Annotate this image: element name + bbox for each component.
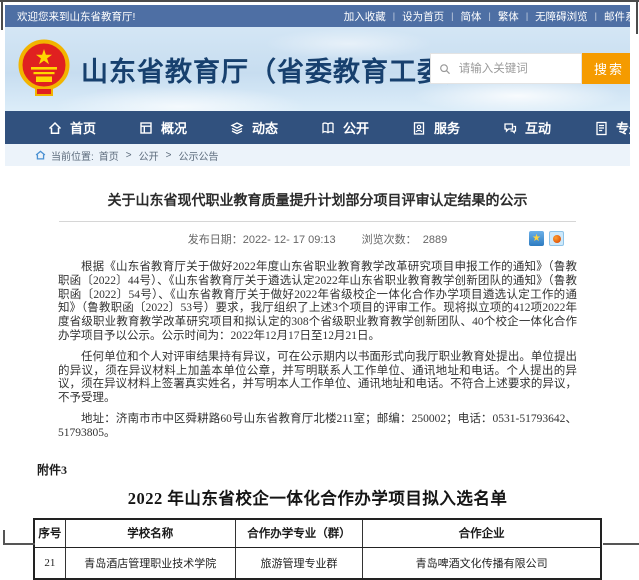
news-icon [229, 120, 245, 136]
top-utility-bar: 欢迎您来到山东省教育厅! 加入收藏 | 设为首页 | 简体 | 繁体 | 无障碍… [5, 5, 630, 27]
search-icon [439, 62, 451, 76]
screenshot-root: { "colors": { "topbar_blue": "#4e6fa4", … [0, 0, 639, 552]
link-simplified[interactable]: 简体 [460, 9, 481, 24]
link-set-homepage[interactable]: 设为首页 [402, 9, 444, 24]
title-divider [59, 221, 576, 222]
link-separator: | [488, 11, 490, 21]
nav-label: 动态 [252, 118, 278, 137]
national-emblem-logo [18, 38, 70, 98]
nav-label: 服务 [434, 118, 460, 137]
masthead: 山东省教育厅（省委教育工委） 搜索 [5, 27, 630, 111]
nav-item-news[interactable]: 动态 [229, 118, 320, 137]
interact-icon [502, 120, 518, 136]
header-company: 合作企业 [363, 519, 601, 548]
breadcrumb: 当前位置: 首页 > 公开 > 公示公告 [5, 144, 630, 166]
link-separator: | [393, 11, 395, 21]
header-major: 合作办学专业（群） [235, 519, 363, 548]
link-accessibility[interactable]: 无障碍浏览 [535, 9, 588, 24]
breadcrumb-separator: > [166, 150, 172, 161]
search-bar: 搜索 [430, 53, 630, 84]
nav-item-disclosure[interactable]: 公开 [320, 118, 411, 137]
article-content: 关于山东省现代职业教育质量提升计划部分项目评审认定结果的公示 发布日期：2022… [5, 166, 630, 580]
publish-date: 2022- 12- 17 09:13 [243, 234, 336, 246]
link-traditional[interactable]: 繁体 [498, 9, 519, 24]
search-input[interactable] [457, 62, 573, 76]
main-nav: 首页 概况 动态 公开 [5, 111, 630, 144]
link-add-favorite[interactable]: 加入收藏 [344, 9, 386, 24]
search-button[interactable]: 搜索 [582, 53, 630, 84]
article-title: 关于山东省现代职业教育质量提升计划部分项目评审认定结果的公示 [33, 166, 602, 210]
attachment-label: 附件3 [37, 461, 602, 478]
nav-item-overview[interactable]: 概况 [138, 118, 229, 137]
attachment-table-title: 2022 年山东省校企一体化合作办学项目拟入选名单 [33, 485, 602, 509]
header-school: 学校名称 [65, 519, 235, 548]
views-label: 浏览次数： [362, 234, 417, 246]
nav-item-interaction[interactable]: 互动 [502, 118, 593, 137]
nav-label: 专题 [616, 118, 630, 137]
page: 欢迎您来到山东省教育厅! 加入收藏 | 设为首页 | 简体 | 繁体 | 无障碍… [5, 5, 630, 545]
location-icon [35, 150, 46, 160]
link-mail-system[interactable]: 邮件系统 [604, 9, 630, 24]
photo-frame-corner-bottom-left [3, 530, 35, 545]
breadcrumb-separator: > [126, 150, 132, 161]
nav-item-services[interactable]: 服务 [411, 118, 502, 137]
nav-label: 互动 [525, 118, 551, 137]
top-links: 加入收藏 | 设为首页 | 简体 | 繁体 | 无障碍浏览 | 邮件系统 [344, 5, 630, 27]
breadcrumb-home[interactable]: 首页 [99, 148, 119, 163]
photo-frame-corner-bottom-right [603, 530, 639, 545]
link-separator: | [526, 11, 528, 21]
nav-label: 概况 [161, 118, 187, 137]
photo-frame-top-line [0, 0, 639, 2]
breadcrumb-disclosure[interactable]: 公开 [139, 148, 159, 163]
header-seq: 序号 [34, 519, 65, 548]
link-separator: | [451, 11, 453, 21]
publish-date-label: 发布日期： [188, 234, 243, 246]
service-icon [411, 120, 427, 136]
attachment-table: 序号 学校名称 合作办学专业（群） 合作企业 21 青岛酒店管理职业技术学院 旅… [33, 518, 602, 580]
site-title: 山东省教育厅（省委教育工委） [81, 50, 473, 89]
article-meta-icons: ★ [529, 231, 564, 246]
nav-label: 公开 [343, 118, 369, 137]
nav-item-home[interactable]: 首页 [47, 118, 138, 137]
breadcrumb-prefix: 当前位置: [51, 148, 94, 163]
overview-icon [138, 120, 154, 136]
breadcrumb-announcements[interactable]: 公示公告 [178, 148, 218, 163]
photo-frame-tick-right [636, 0, 638, 34]
open-book-icon [320, 120, 336, 136]
views-count: 2889 [423, 234, 447, 246]
article-meta: 发布日期：2022- 12- 17 09:13 浏览次数： 2889 ★ [33, 231, 602, 247]
paragraph-objection: 任何单位和个人对评审结果持有异议，可在公示期内以书面形式向我厅职业教育处提出。单… [58, 351, 577, 406]
photo-frame-tick-left [1, 0, 3, 30]
home-icon [47, 120, 63, 136]
topics-icon [593, 120, 609, 136]
link-separator: | [595, 11, 597, 21]
paragraph-address: 地址：济南市市中区舜耕路60号山东省教育厅北楼211室；邮编：250002；电话… [58, 413, 577, 441]
favorite-star-icon[interactable]: ★ [529, 231, 544, 246]
table-header-row: 序号 学校名称 合作办学专业（群） 合作企业 [34, 519, 601, 548]
paragraph-basis: 根据《山东省教育厅关于做好2022年度山东省职业教育教学改革研究项目申报工作的通… [58, 261, 577, 344]
views-eye-icon[interactable] [549, 231, 564, 246]
welcome-text: 欢迎您来到山东省教育厅! [17, 9, 135, 24]
nav-item-topics[interactable]: 专题 [593, 118, 630, 137]
nav-label: 首页 [70, 118, 96, 137]
search-box[interactable] [430, 53, 582, 84]
eye-dot [553, 235, 561, 243]
